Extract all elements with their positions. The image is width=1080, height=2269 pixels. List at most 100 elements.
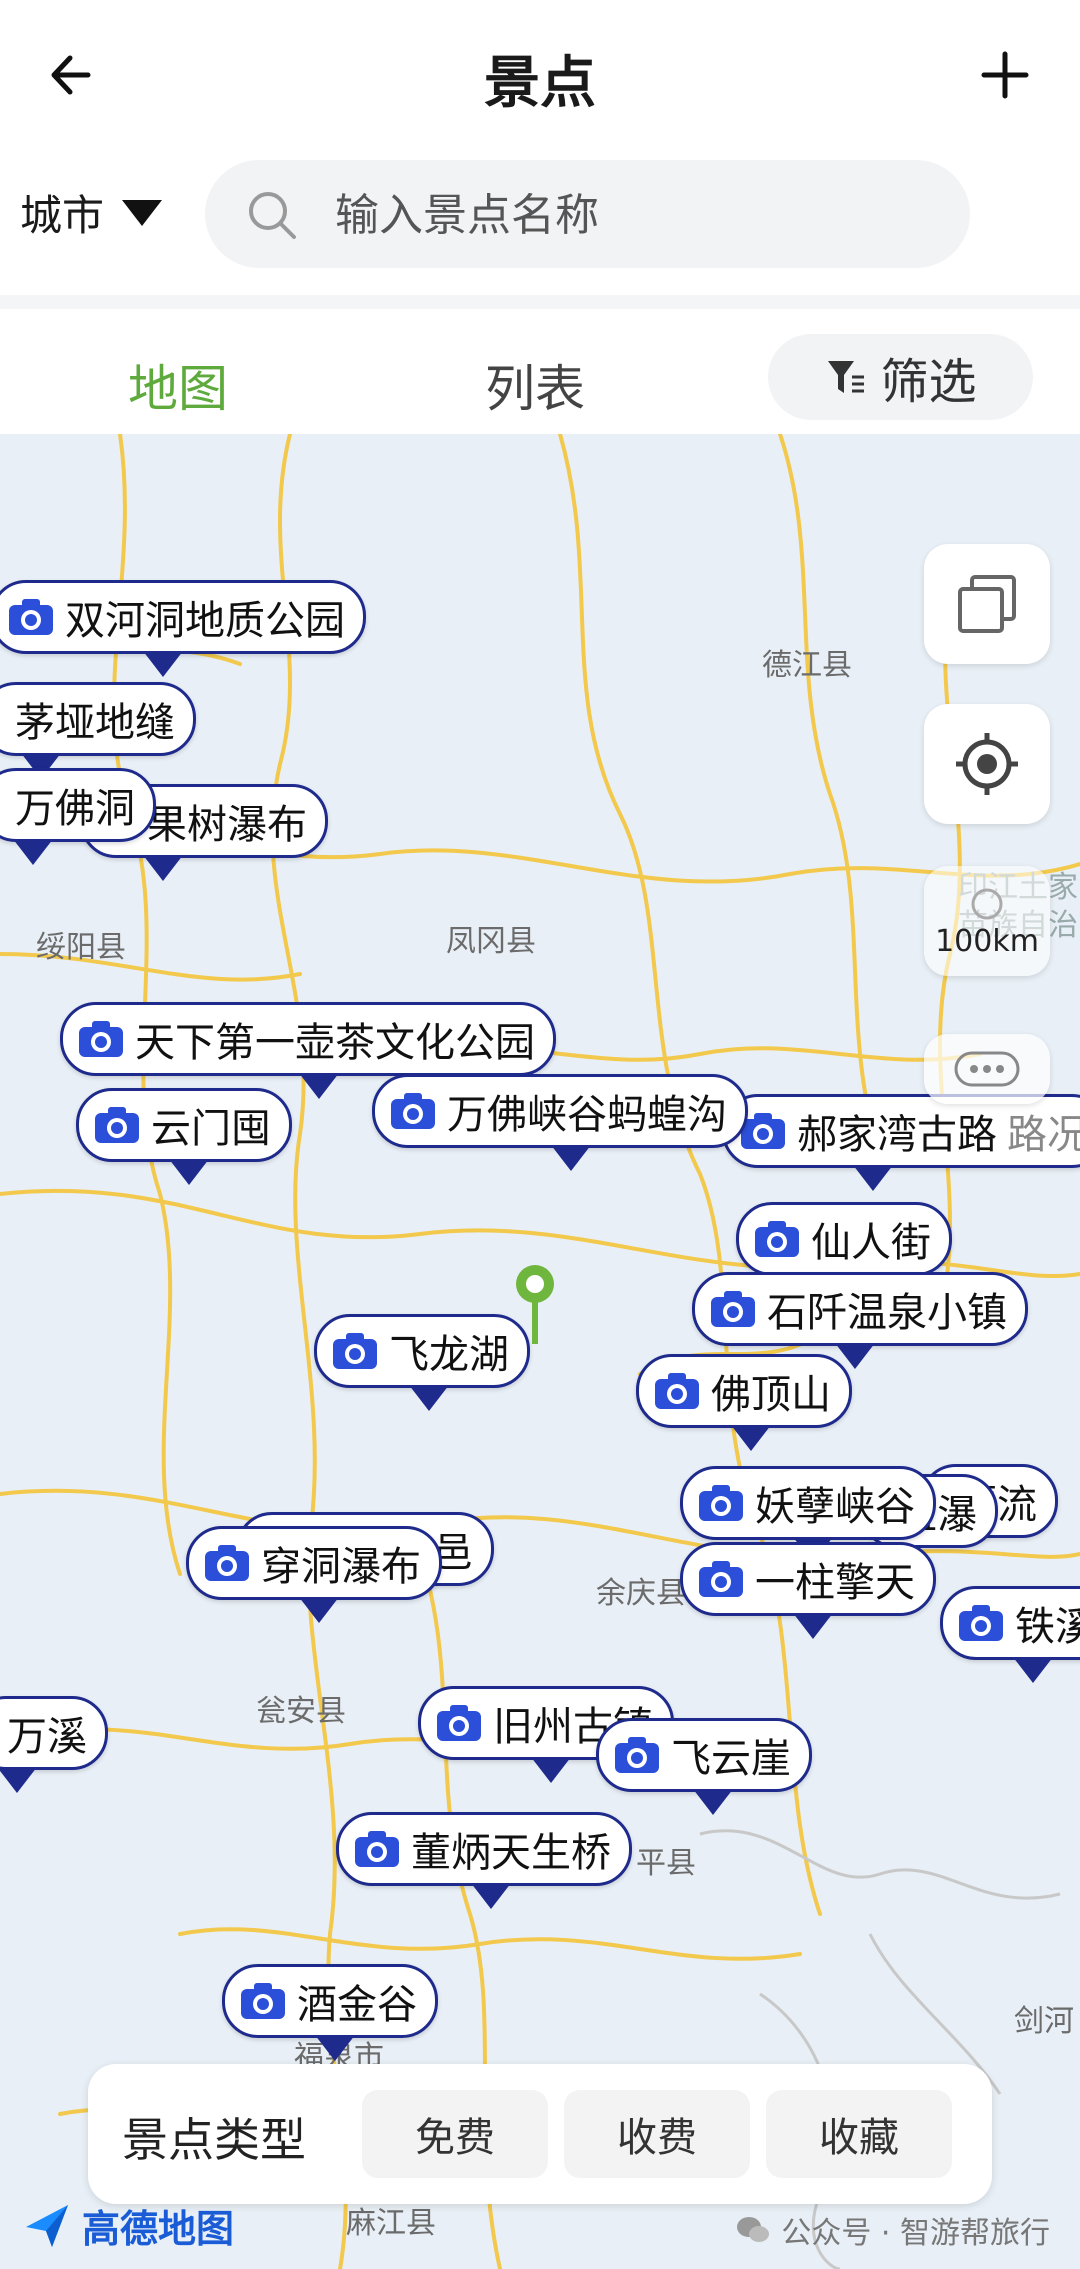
place-label: 瓮安县 (256, 1694, 346, 1729)
zoom-icon (971, 888, 1003, 919)
wechat-icon (737, 2217, 770, 2242)
layers-icon (958, 575, 1016, 633)
paid-button[interactable]: 收费 (564, 2090, 750, 2178)
camera-icon (9, 599, 53, 635)
place-label: 绥阳县 (36, 930, 126, 965)
search-input[interactable] (333, 180, 937, 250)
search-box[interactable] (205, 160, 970, 268)
page-title: 景点 (484, 51, 596, 116)
poi-pointer (471, 1883, 511, 1909)
poi-label: 董炳天生桥 (411, 1830, 611, 1876)
amap-logo-icon (26, 2204, 68, 2247)
poi-marker[interactable]: 飞龙湖 (314, 1314, 530, 1411)
watermark: 公众号 · 智游帮旅行 (735, 2208, 1050, 2252)
poi-pointer (143, 855, 183, 881)
poi-label: 飞云崖 (671, 1736, 791, 1782)
place-label: 凤冈县 (446, 924, 536, 959)
poi-label: 万溪 (7, 1714, 87, 1760)
poi-marker[interactable]: 董炳天生桥 (336, 1812, 632, 1909)
city-selector[interactable]: 城市 (20, 182, 163, 243)
place-label: 余庆县 (596, 1576, 686, 1611)
poi-marker[interactable]: 茅垭地缝 (0, 682, 196, 779)
poi-pointer (169, 1159, 209, 1185)
camera-icon (755, 1221, 799, 1257)
poi-pointer (1013, 1657, 1053, 1683)
poi-marker[interactable]: 佛顶山 (636, 1354, 852, 1451)
poi-marker[interactable]: 穿洞瀑布 (186, 1526, 442, 1623)
poi-marker[interactable]: 铁溪 (940, 1586, 1080, 1683)
poi-label: 茅垭地缝 (15, 700, 175, 746)
view-tabs: 地图 列表 筛选 (0, 309, 1080, 434)
place-label: 剑河 (1014, 2004, 1074, 2039)
poi-marker[interactable]: 仙人街 (736, 1202, 952, 1276)
poi-marker[interactable]: 酒金谷 (222, 1964, 438, 2061)
poi-pointer (299, 1073, 339, 1099)
poi-label: 一柱擎天 (755, 1560, 915, 1606)
poi-label: 仙人街 (811, 1220, 931, 1266)
city-label: 城市 (20, 191, 105, 240)
poi-label: 万佛峡谷蚂蝗沟 (447, 1092, 727, 1138)
camera-icon (655, 1373, 699, 1409)
scale-indicator: 100km (924, 866, 1050, 976)
poi-marker[interactable]: 飞云崖 (596, 1718, 812, 1815)
poi-marker[interactable]: 郝家湾古路 路况 (722, 1094, 1080, 1191)
camera-icon (437, 1705, 481, 1741)
poi-pointer (853, 1165, 893, 1191)
more-icon (954, 1051, 1020, 1087)
camera-icon (615, 1737, 659, 1773)
poi-marker[interactable]: 一柱擎天 (680, 1542, 936, 1639)
poi-marker[interactable]: 万佛洞 (0, 768, 156, 865)
poi-type-title: 景点类型 (122, 2113, 306, 2167)
poi-marker[interactable]: 万佛峡谷蚂蝗沟 (372, 1074, 748, 1171)
poi-marker[interactable]: 石阡温泉小镇 (692, 1272, 1028, 1369)
poi-pointer (731, 1425, 771, 1451)
poi-pointer (315, 2035, 355, 2061)
tab-map[interactable]: 地图 (128, 349, 228, 421)
poi-label: 妖孽峡谷 (755, 1484, 915, 1530)
poi-label: 石阡温泉小镇 (767, 1290, 1007, 1336)
poi-marker[interactable]: 双河洞地质公园 (0, 580, 366, 677)
poi-label: 飞龙湖 (389, 1332, 509, 1378)
camera-icon (241, 1983, 285, 2019)
free-button[interactable]: 免费 (362, 2090, 548, 2178)
favorites-button[interactable]: 收藏 (766, 2090, 952, 2178)
locate-button[interactable] (924, 704, 1050, 824)
filter-label: 筛选 (880, 354, 977, 410)
scale-text: 100km (935, 923, 1039, 959)
map-brand-text: 高德地图 (82, 2207, 235, 2251)
poi-pointer (531, 1757, 571, 1783)
poi-label: 佛顶山 (711, 1372, 831, 1418)
layers-button[interactable] (924, 544, 1050, 664)
search-icon (249, 192, 296, 239)
poi-pointer (793, 1613, 833, 1639)
poi-label: 郝家湾古路 (797, 1112, 997, 1158)
poi-pointer (143, 651, 183, 677)
locate-icon (956, 733, 1018, 795)
camera-icon (333, 1333, 377, 1369)
poi-label: 万佛洞 (15, 786, 135, 832)
watermark-text: 公众号 · 智游帮旅行 (781, 2216, 1050, 2251)
poi-marker[interactable]: 天下第一壶茶文化公园 (60, 1002, 556, 1099)
dropdown-arrow-icon (122, 199, 163, 226)
map-view[interactable]: 德江县 印江土家 苗族自治 绥阳县 凤冈县 余庆县 瓮安县 平县 福泉市 剑河 … (0, 434, 1080, 2269)
divider (0, 295, 1080, 309)
camera-icon (711, 1291, 755, 1327)
camera-icon (95, 1107, 139, 1143)
poi-marker[interactable]: 云门囤 (76, 1088, 292, 1185)
camera-icon (391, 1093, 435, 1129)
poi-pointer (693, 1789, 733, 1815)
place-label: 平县 (636, 1846, 696, 1881)
poi-marker[interactable]: 妖孽峡谷 (680, 1466, 936, 1563)
more-button[interactable] (924, 1034, 1050, 1104)
poi-marker[interactable]: 万溪 (0, 1696, 108, 1793)
poi-pointer (299, 1597, 339, 1623)
camera-icon (205, 1545, 249, 1581)
poi-pointer (13, 839, 53, 865)
filter-button[interactable]: 筛选 (768, 334, 1033, 420)
poi-pointer (0, 1767, 37, 1793)
poi-label: 天下第一壶茶文化公园 (135, 1020, 535, 1066)
tab-list[interactable]: 列表 (485, 349, 585, 421)
filter-icon (828, 361, 865, 393)
add-icon[interactable] (970, 40, 1040, 110)
poi-label: 铁溪 (1015, 1604, 1080, 1650)
